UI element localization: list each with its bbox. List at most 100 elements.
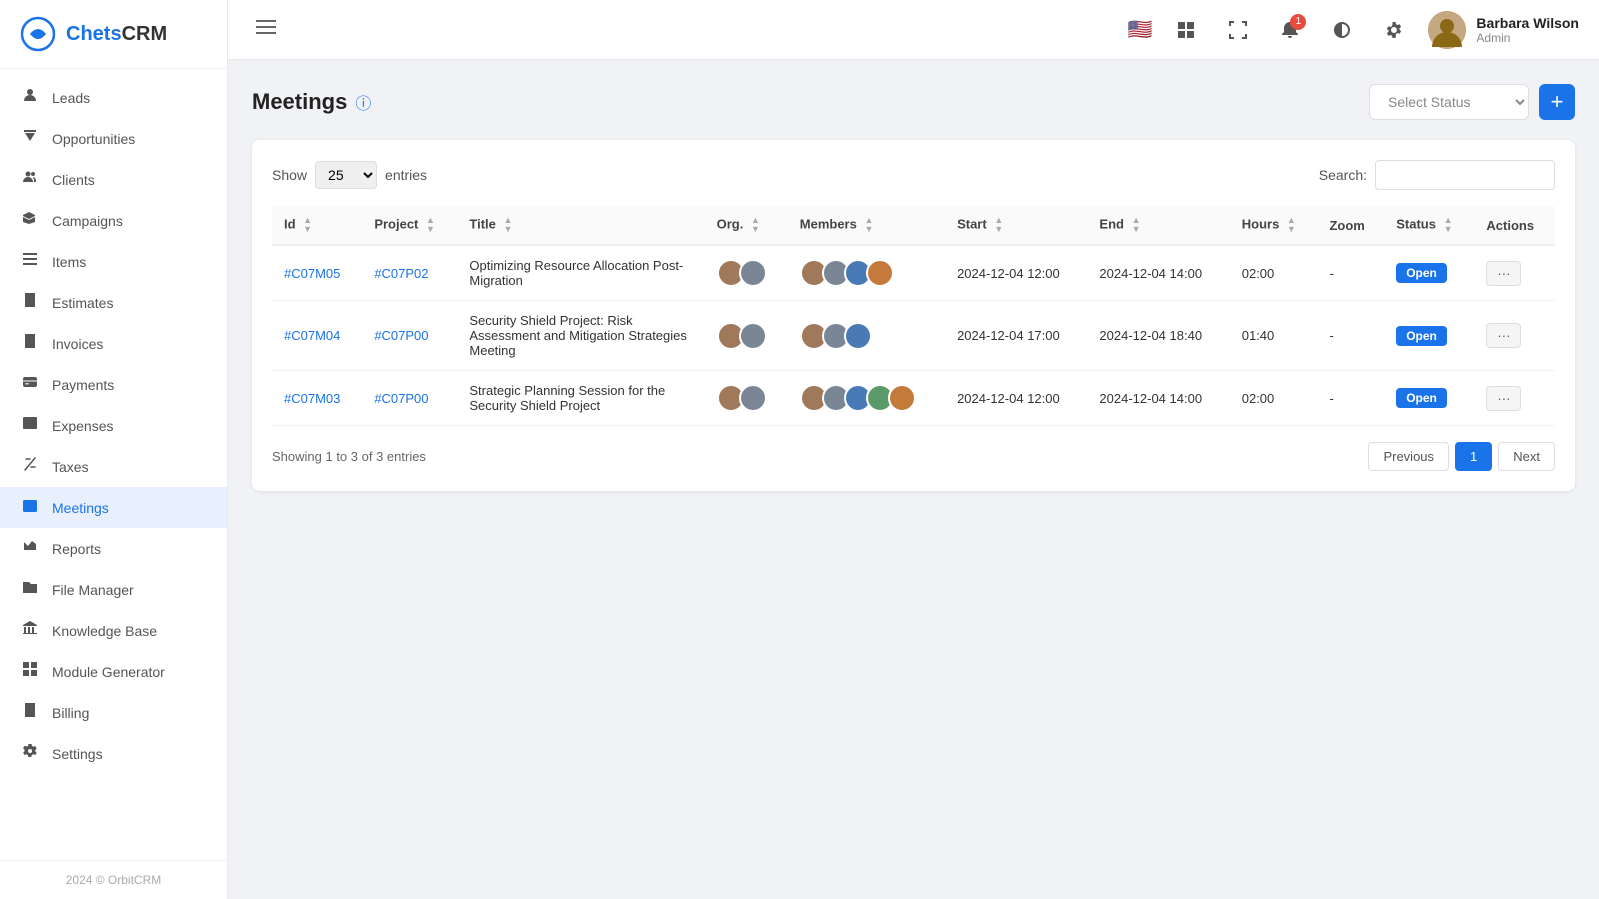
reports-icon — [20, 538, 40, 559]
knowledge-base-icon — [20, 620, 40, 641]
sidebar-item-taxes[interactable]: Taxes — [0, 446, 227, 487]
cell-end: 2024-12-04 14:00 — [1087, 245, 1229, 301]
cell-title: Strategic Planning Session for the Secur… — [457, 371, 704, 426]
pagination: Previous 1 Next — [1368, 442, 1555, 471]
sidebar-item-module-generator[interactable]: Module Generator — [0, 651, 227, 692]
page-1-button[interactable]: 1 — [1455, 442, 1492, 471]
col-start[interactable]: Start ▲▼ — [945, 206, 1087, 245]
col-end[interactable]: End ▲▼ — [1087, 206, 1229, 245]
search-input[interactable] — [1375, 160, 1555, 190]
col-org[interactable]: Org. ▲▼ — [705, 206, 788, 245]
opportunities-icon — [20, 128, 40, 149]
cell-hours: 02:00 — [1230, 245, 1318, 301]
col-title[interactable]: Title ▲▼ — [457, 206, 704, 245]
table-row: #C07M05 #C07P02 Optimizing Resource Allo… — [272, 245, 1555, 301]
table-row: #C07M03 #C07P00 Strategic Planning Sessi… — [272, 371, 1555, 426]
user-profile[interactable]: Barbara Wilson Admin — [1428, 11, 1579, 49]
showing-text: Showing 1 to 3 of 3 entries — [272, 449, 426, 464]
status-badge: Open — [1396, 388, 1447, 408]
action-menu-button[interactable]: ··· — [1486, 261, 1521, 286]
sidebar-item-payments[interactable]: Payments — [0, 364, 227, 405]
status-badge: Open — [1396, 326, 1447, 346]
cell-id: #C07M04 — [272, 301, 362, 371]
sidebar-item-settings[interactable]: Settings — [0, 733, 227, 774]
table-footer: Showing 1 to 3 of 3 entries Previous 1 N… — [272, 442, 1555, 471]
cell-title: Security Shield Project: Risk Assessment… — [457, 301, 704, 371]
cell-hours: 01:40 — [1230, 301, 1318, 371]
dark-mode-button[interactable] — [1324, 12, 1360, 48]
cell-status: Open — [1384, 301, 1474, 371]
expenses-icon — [20, 415, 40, 436]
sidebar: ChetsCRM Leads Opportunities Clients — [0, 0, 228, 899]
sidebar-item-knowledge-base[interactable]: Knowledge Base — [0, 610, 227, 651]
col-id[interactable]: Id ▲▼ — [272, 206, 362, 245]
sidebar-item-billing[interactable]: Billing — [0, 692, 227, 733]
cell-actions: ··· — [1474, 301, 1555, 371]
cell-actions: ··· — [1474, 245, 1555, 301]
add-meeting-button[interactable]: + — [1539, 84, 1575, 120]
cell-title: Optimizing Resource Allocation Post-Migr… — [457, 245, 704, 301]
notification-button[interactable]: 1 — [1272, 12, 1308, 48]
previous-button[interactable]: Previous — [1368, 442, 1449, 471]
status-select[interactable]: Select Status Open Closed — [1369, 84, 1529, 120]
sidebar-footer: 2024 © OrbitCRM — [0, 860, 227, 899]
action-menu-button[interactable]: ··· — [1486, 323, 1521, 348]
cell-members — [788, 301, 945, 371]
cell-project: #C07P02 — [362, 245, 457, 301]
status-badge: Open — [1396, 263, 1447, 283]
sidebar-item-estimates[interactable]: Estimates — [0, 282, 227, 323]
avatar — [1428, 11, 1466, 49]
cell-start: 2024-12-04 12:00 — [945, 371, 1087, 426]
gear-button[interactable] — [1376, 12, 1412, 48]
next-button[interactable]: Next — [1498, 442, 1555, 471]
cell-id: #C07M03 — [272, 371, 362, 426]
cell-project: #C07P00 — [362, 301, 457, 371]
app-header: 🇺🇸 1 — [228, 0, 1599, 60]
items-icon — [20, 251, 40, 272]
cell-zoom: - — [1317, 371, 1384, 426]
language-flag[interactable]: 🇺🇸 — [1128, 17, 1153, 42]
sidebar-item-opportunities[interactable]: Opportunities — [0, 118, 227, 159]
table-controls: Show 25 10 50 100 entries Search: — [272, 160, 1555, 190]
user-name: Barbara Wilson — [1476, 15, 1579, 31]
cell-members — [788, 371, 945, 426]
sidebar-item-invoices[interactable]: Invoices — [0, 323, 227, 364]
billing-icon — [20, 702, 40, 723]
sidebar-item-clients[interactable]: Clients — [0, 159, 227, 200]
module-generator-icon — [20, 661, 40, 682]
sidebar-item-campaigns[interactable]: Campaigns — [0, 200, 227, 241]
action-menu-button[interactable]: ··· — [1486, 386, 1521, 411]
cell-actions: ··· — [1474, 371, 1555, 426]
notification-count: 1 — [1290, 14, 1306, 30]
user-role: Admin — [1476, 31, 1579, 45]
settings-icon — [20, 743, 40, 764]
cell-status: Open — [1384, 245, 1474, 301]
sidebar-item-items[interactable]: Items — [0, 241, 227, 282]
meetings-table-card: Show 25 10 50 100 entries Search: — [252, 140, 1575, 491]
payments-icon — [20, 374, 40, 395]
col-actions: Actions — [1474, 206, 1555, 245]
info-icon[interactable]: ⓘ — [355, 90, 371, 114]
sidebar-item-meetings[interactable]: Meetings — [0, 487, 227, 528]
col-status[interactable]: Status ▲▼ — [1384, 206, 1474, 245]
clients-icon — [20, 169, 40, 190]
cell-zoom: - — [1317, 245, 1384, 301]
col-hours[interactable]: Hours ▲▼ — [1230, 206, 1318, 245]
sidebar-item-file-manager[interactable]: File Manager — [0, 569, 227, 610]
col-members[interactable]: Members ▲▼ — [788, 206, 945, 245]
col-zoom: Zoom — [1317, 206, 1384, 245]
cell-hours: 02:00 — [1230, 371, 1318, 426]
grid-view-button[interactable] — [1168, 12, 1204, 48]
campaigns-icon — [20, 210, 40, 231]
search-label: Search: — [1319, 167, 1367, 183]
col-project[interactable]: Project ▲▼ — [362, 206, 457, 245]
entries-select[interactable]: 25 10 50 100 — [315, 161, 377, 189]
cell-org — [705, 245, 788, 301]
sidebar-item-reports[interactable]: Reports — [0, 528, 227, 569]
sidebar-item-leads[interactable]: Leads — [0, 77, 227, 118]
fullscreen-button[interactable] — [1220, 12, 1256, 48]
sidebar-item-expenses[interactable]: Expenses — [0, 405, 227, 446]
cell-zoom: - — [1317, 301, 1384, 371]
hamburger-button[interactable] — [248, 13, 284, 46]
cell-org — [705, 371, 788, 426]
